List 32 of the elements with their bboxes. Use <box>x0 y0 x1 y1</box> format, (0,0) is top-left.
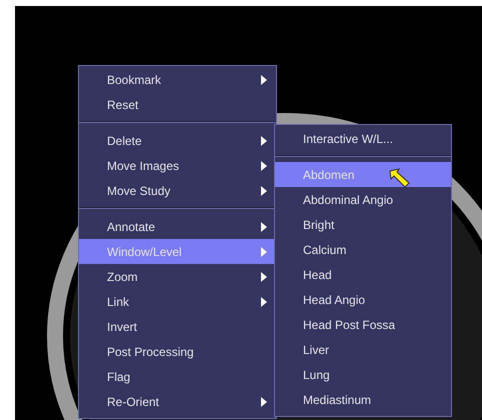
submenu-arrow-icon <box>261 272 267 282</box>
menu-item[interactable]: Post Processing <box>79 339 276 364</box>
submenu-arrow-icon <box>261 161 267 171</box>
menu-item[interactable]: Abdominal Angio <box>275 187 451 212</box>
submenu-arrow-icon <box>261 136 267 146</box>
menu-item[interactable]: Lung <box>275 362 451 387</box>
menu-item[interactable]: Reset <box>79 92 276 117</box>
menu-item[interactable]: Flag <box>79 364 276 389</box>
menu-item[interactable]: Delete <box>79 128 276 153</box>
menu-item[interactable]: Liver <box>275 337 451 362</box>
menu-item[interactable]: Move Study <box>79 178 276 203</box>
submenu-arrow-icon <box>261 186 267 196</box>
submenu-arrow-icon <box>261 297 267 307</box>
menu-item[interactable]: Move Images <box>79 153 276 178</box>
menu-item[interactable]: Calcium <box>275 237 451 262</box>
submenu-arrow-icon <box>261 75 267 85</box>
submenu-arrow-icon <box>261 247 267 257</box>
menu-item[interactable]: Re-Orient <box>79 389 276 414</box>
menu-item[interactable]: Link <box>79 289 276 314</box>
menu-item[interactable]: Head Angio <box>275 287 451 312</box>
menu-item[interactable]: Head Post Fossa <box>275 312 451 337</box>
menu-item[interactable]: Bookmark <box>79 67 276 92</box>
menu-item[interactable]: Annotate <box>79 214 276 239</box>
menu-item[interactable]: Bright <box>275 212 451 237</box>
menu-item[interactable]: Zoom <box>79 264 276 289</box>
menu-item[interactable]: Mediastinum <box>275 387 451 412</box>
menu-item[interactable]: Interactive W/L... <box>275 126 451 151</box>
menu-item[interactable]: Head <box>275 262 451 287</box>
mouse-pointer-icon <box>389 168 411 188</box>
submenu-arrow-icon <box>261 222 267 232</box>
menu-item[interactable]: Invert <box>79 314 276 339</box>
submenu-arrow-icon <box>261 397 267 407</box>
